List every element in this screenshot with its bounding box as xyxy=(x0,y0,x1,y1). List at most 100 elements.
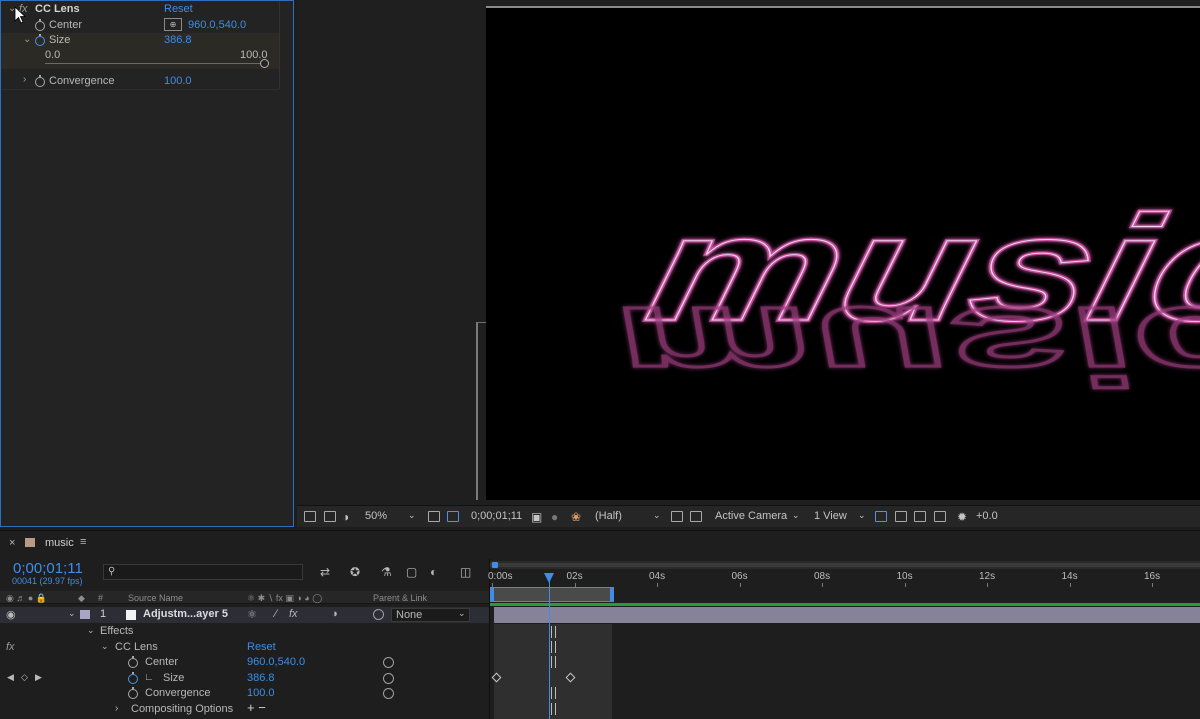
pick-whip-icon[interactable] xyxy=(373,609,384,620)
size-property-row: ⌄ Size 386.8 0.0 100.0 xyxy=(1,33,279,69)
timecode-display[interactable]: 0;00;01;11 xyxy=(471,510,522,522)
transparency-grid-icon[interactable] xyxy=(447,511,459,522)
work-area-bar[interactable] xyxy=(490,561,1200,569)
chevron-down-icon[interactable]: ⌄ xyxy=(858,510,866,521)
exposure-reset-icon[interactable]: ✹ xyxy=(957,510,967,524)
size-slider-thumb[interactable] xyxy=(260,59,269,68)
graph-editor-icon[interactable]: ◫ xyxy=(460,565,471,579)
navigator-start-handle[interactable] xyxy=(492,562,498,568)
layer-row[interactable]: ◉ ⌄ 1 Adjustm...ayer 5 ⚛ ∕ fx ◑ None ⌄ xyxy=(0,607,490,623)
zoom-select[interactable]: 50% xyxy=(365,510,387,522)
add-remove-mask-buttons[interactable]: + − xyxy=(247,700,266,715)
center-value[interactable]: 960.0,540.0 xyxy=(247,656,305,668)
current-time-indicator[interactable] xyxy=(543,573,554,719)
chevron-down-icon[interactable]: ⌄ xyxy=(408,510,416,521)
stopwatch-icon[interactable] xyxy=(35,34,45,46)
playhead-handle[interactable] xyxy=(543,573,554,583)
work-area-end-handle[interactable] xyxy=(610,588,613,601)
stopwatch-icon[interactable] xyxy=(35,75,45,87)
visibility-eye-icon[interactable]: ◉ xyxy=(6,608,16,621)
twirl-right-icon[interactable]: › xyxy=(115,703,118,714)
motion-blur-icon[interactable]: ◐ xyxy=(430,565,437,579)
reset-button[interactable]: Reset xyxy=(247,641,276,653)
frame-blending-icon[interactable]: ▢ xyxy=(406,565,417,579)
parent-select[interactable]: None ⌄ xyxy=(391,608,470,622)
region-of-interest-icon[interactable] xyxy=(671,511,683,522)
exposure-value[interactable]: +0.0 xyxy=(976,510,998,522)
twirl-down-icon[interactable]: ⌄ xyxy=(87,625,95,636)
next-keyframe-icon[interactable]: ▶ xyxy=(35,672,42,683)
toggle-pixel-aspect-icon[interactable] xyxy=(875,511,887,522)
size-value[interactable]: 386.8 xyxy=(247,672,275,684)
label-color-swatch[interactable] xyxy=(80,610,90,619)
mask-icon[interactable]: ◑ xyxy=(342,510,349,524)
effect-row[interactable]: fx ⌄ CC Lens Reset xyxy=(0,640,490,656)
center-value[interactable]: 960.0,540.0 xyxy=(188,19,246,31)
adjustment-switch-icon[interactable]: ◑ xyxy=(331,608,338,620)
work-area-start-handle[interactable] xyxy=(491,588,494,601)
resolution-select[interactable]: (Half) xyxy=(595,510,622,522)
draft-3d-icon[interactable]: ✪ xyxy=(350,565,360,579)
current-time-display[interactable]: 0;00;01;11 xyxy=(13,560,83,577)
ruler-tick-label: 10s xyxy=(896,571,913,582)
stopwatch-icon[interactable] xyxy=(35,19,45,31)
stopwatch-icon[interactable] xyxy=(128,672,138,684)
size-value[interactable]: 386.8 xyxy=(164,34,192,46)
work-area-range[interactable] xyxy=(490,587,614,602)
time-navigator[interactable] xyxy=(490,563,1200,567)
effects-group-row[interactable]: ⌄ Effects xyxy=(0,624,490,640)
add-keyframe-icon[interactable]: ◇ xyxy=(21,672,28,683)
stopwatch-icon[interactable] xyxy=(128,656,138,668)
size-slider-track[interactable] xyxy=(45,63,265,64)
convergence-value[interactable]: 100.0 xyxy=(164,75,192,87)
fast-previews-icon[interactable] xyxy=(895,511,907,522)
flowchart-icon[interactable] xyxy=(934,511,946,522)
crosshair-icon[interactable]: ⊕ xyxy=(164,18,182,31)
show-snapshot-icon[interactable]: ● xyxy=(551,510,558,524)
twirl-down-icon[interactable]: ⌄ xyxy=(23,34,31,45)
effect-header-row[interactable]: ⌄ fx CC Lens Reset xyxy=(1,3,279,19)
comp-boundary xyxy=(476,322,486,500)
search-input[interactable]: ⚲ xyxy=(103,564,303,580)
camera-snapshot-icon[interactable]: ▣ xyxy=(531,510,542,524)
size-property-row: ◀ ◇ ▶ ∟ Size 386.8 xyxy=(0,671,490,687)
reset-button[interactable]: Reset xyxy=(164,3,193,15)
twirl-right-icon[interactable]: › xyxy=(23,74,26,85)
pick-whip-icon[interactable] xyxy=(383,673,394,684)
timeline-icon[interactable] xyxy=(914,511,926,522)
grid-toggle-icon[interactable] xyxy=(304,511,316,522)
chevron-down-icon[interactable]: ⌄ xyxy=(792,510,800,521)
resolution-icon[interactable] xyxy=(428,511,440,522)
stopwatch-icon[interactable] xyxy=(128,687,138,699)
composition-canvas[interactable]: music music music xyxy=(486,6,1200,500)
panel-menu-icon[interactable]: ≡ xyxy=(80,536,86,548)
monitor-icon[interactable] xyxy=(324,511,336,522)
convergence-value[interactable]: 100.0 xyxy=(247,687,275,699)
quality-switch-icon[interactable]: ∕ xyxy=(275,608,277,620)
shy-layers-icon[interactable]: ⚗ xyxy=(381,565,392,579)
fx-toggle-icon[interactable]: fx xyxy=(6,641,15,653)
color-channels-icon[interactable]: ❀ xyxy=(571,510,581,524)
transparency-icon[interactable] xyxy=(690,511,702,522)
time-ruler[interactable]: 0:00s 02s 04s 06s 08s 10s 12s 14s 16s xyxy=(488,569,1200,587)
comp-mini-flowchart-icon[interactable]: ⇄ xyxy=(320,565,330,579)
twirl-down-icon[interactable]: ⌄ xyxy=(68,608,76,619)
size-label: Size xyxy=(49,34,71,46)
view-layout-select[interactable]: 1 View xyxy=(814,510,847,522)
comp-tab-label[interactable]: music xyxy=(45,537,74,549)
chevron-down-icon[interactable]: ⌄ xyxy=(653,510,661,521)
previous-keyframe-icon[interactable]: ◀ xyxy=(7,672,14,683)
pick-whip-icon[interactable] xyxy=(383,657,394,668)
pick-whip-icon[interactable] xyxy=(383,688,394,699)
fx-switch-icon[interactable]: fx xyxy=(289,608,298,620)
camera-select[interactable]: Active Camera xyxy=(715,510,787,522)
parent-link-column[interactable]: Parent & Link xyxy=(373,593,427,603)
layer-duration-bar[interactable] xyxy=(494,607,1200,623)
graph-icon[interactable]: ∟ xyxy=(144,672,154,683)
close-tab-icon[interactable]: × xyxy=(9,537,15,549)
layer-name[interactable]: Adjustm...ayer 5 xyxy=(143,608,228,620)
shy-switch-icon[interactable]: ⚛ xyxy=(247,608,257,621)
twirl-down-icon[interactable]: ⌄ xyxy=(101,641,109,652)
source-name-column[interactable]: Source Name xyxy=(128,593,183,603)
compositing-options-row[interactable]: › Compositing Options + − xyxy=(0,700,490,718)
